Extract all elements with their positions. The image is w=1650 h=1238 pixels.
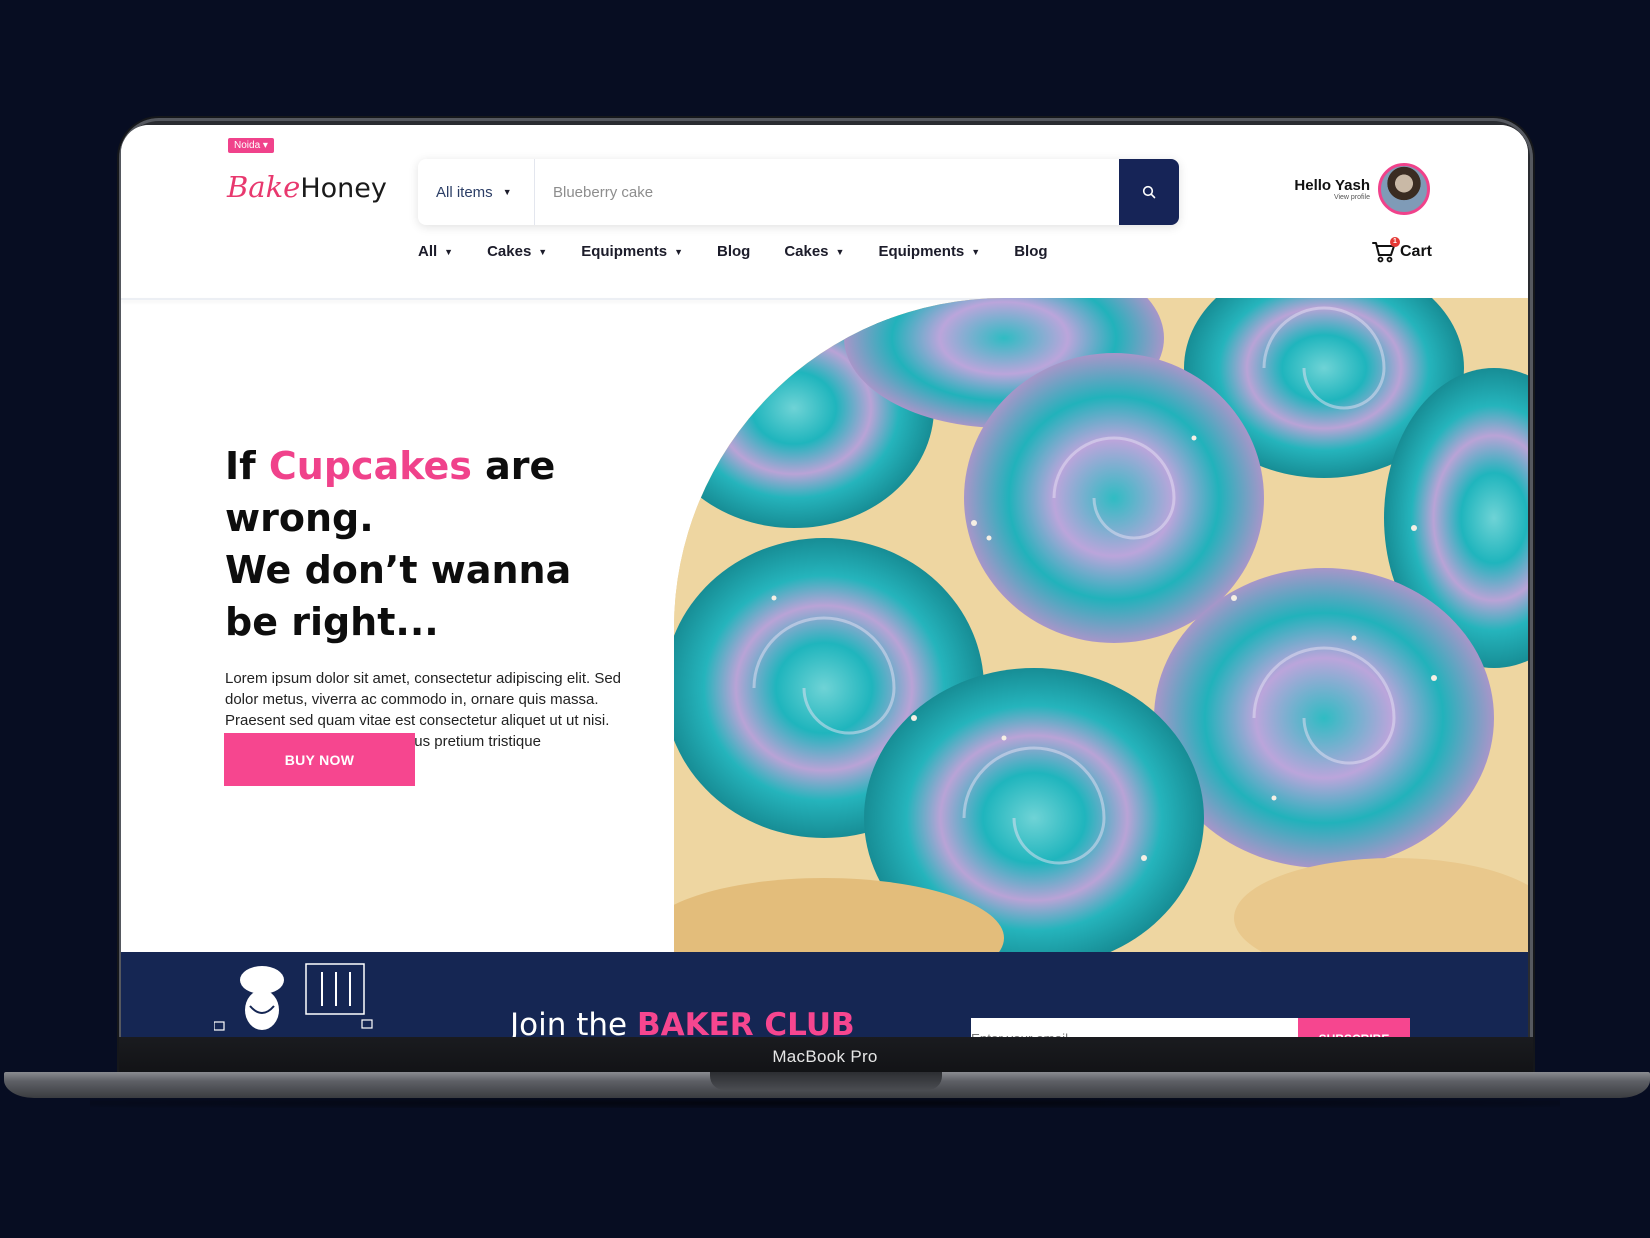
location-label: Noida — [234, 140, 261, 151]
site-logo[interactable]: BakeHoney — [227, 170, 387, 204]
cupcakes-illustration — [674, 298, 1528, 952]
club-title: Join the BAKER CLUB — [510, 1007, 855, 1037]
subscribe-button[interactable]: SUBSCRIBE — [1298, 1018, 1410, 1037]
nav-item-label: Blog — [1014, 243, 1048, 260]
user-text: Hello Yash View profile — [1294, 177, 1370, 201]
hero-title: If Cupcakes are wrong. We don’t wanna be… — [225, 440, 685, 648]
nav-item-label: Cakes — [784, 243, 829, 260]
nav-item-label: Cakes — [487, 243, 532, 260]
laptop-shadow — [90, 1098, 1560, 1108]
newsletter-email-input[interactable] — [971, 1018, 1298, 1037]
chef-illustration — [214, 963, 373, 1031]
nav-item-blog-2[interactable]: Blog — [1014, 243, 1081, 260]
nav-item-label: Equipments — [878, 243, 965, 260]
cart-icon: 1 — [1371, 237, 1400, 263]
search-category-dropdown[interactable]: All items ▼ — [418, 159, 535, 225]
hero-cupcakes-image — [674, 298, 1528, 952]
nav-item-all[interactable]: All ▼ — [418, 243, 487, 260]
club-title-accent: BAKER CLUB — [636, 1007, 855, 1037]
nav-item-label: Blog — [716, 243, 751, 260]
search-bar: All items ▼ — [418, 159, 1179, 225]
caret-down-icon: ▼ — [835, 246, 845, 257]
nav-item-blog[interactable]: Blog — [717, 243, 784, 260]
nav-item-cakes[interactable]: Cakes ▼ — [487, 243, 581, 260]
hero-title-part-1: If — [225, 444, 269, 488]
logo-text-honey: Honey — [300, 173, 387, 204]
chevron-down-icon: ▼ — [502, 187, 512, 197]
user-greeting: Hello Yash — [1294, 177, 1370, 194]
device-label: MacBook Pro — [772, 1047, 878, 1066]
cart-count-badge: 1 — [1389, 237, 1400, 247]
view-profile-link[interactable]: View profile — [1294, 194, 1370, 201]
cart-label: Cart — [1399, 243, 1432, 260]
nav-item-equipments-2[interactable]: Equipments ▼ — [878, 243, 1014, 260]
search-icon — [1142, 185, 1156, 199]
search-input[interactable] — [535, 159, 1119, 225]
location-selector[interactable]: Noida ▾ — [228, 138, 274, 153]
cart-button[interactable]: 1 Cart — [1371, 237, 1432, 263]
hero-title-line-2: We don’t wanna — [225, 548, 572, 592]
hero-title-accent: Cupcakes — [268, 444, 472, 488]
caret-down-icon: ▼ — [674, 246, 683, 257]
buy-now-button[interactable]: BUY NOW — [224, 733, 415, 786]
user-profile[interactable]: Hello Yash View profile — [1294, 163, 1430, 215]
logo-text-bake: Bake — [227, 170, 301, 204]
nav-item-label: All — [418, 243, 438, 260]
site-header: Noida ▾ BakeHoney All items ▼ Hello Yash… — [121, 125, 1528, 298]
browser-screen: Noida ▾ BakeHoney All items ▼ Hello Yash… — [121, 125, 1528, 1037]
club-title-part-1: Join the — [510, 1007, 637, 1037]
hero-title-line-3: be right... — [225, 600, 439, 644]
hero-text: If Cupcakes are wrong. We don’t wanna be… — [225, 440, 685, 752]
caret-down-icon: ▼ — [971, 246, 981, 257]
search-button[interactable] — [1119, 159, 1179, 225]
caret-down-icon: ▼ — [444, 246, 454, 257]
main-nav: All ▼ Cakes ▼ Equipments ▼ Blog Cakes ▼ … — [418, 243, 1082, 260]
caret-down-icon: ▼ — [538, 246, 548, 257]
laptop-notch — [710, 1072, 942, 1090]
nav-item-cakes-2[interactable]: Cakes ▼ — [784, 243, 878, 260]
search-category-label: All items — [436, 183, 493, 201]
nav-item-equipments[interactable]: Equipments ▼ — [581, 243, 717, 260]
avatar[interactable] — [1378, 163, 1430, 215]
baker-club-section: Join the BAKER CLUB SUBSCRIBE — [121, 952, 1528, 1037]
nav-item-label: Equipments — [581, 243, 668, 260]
